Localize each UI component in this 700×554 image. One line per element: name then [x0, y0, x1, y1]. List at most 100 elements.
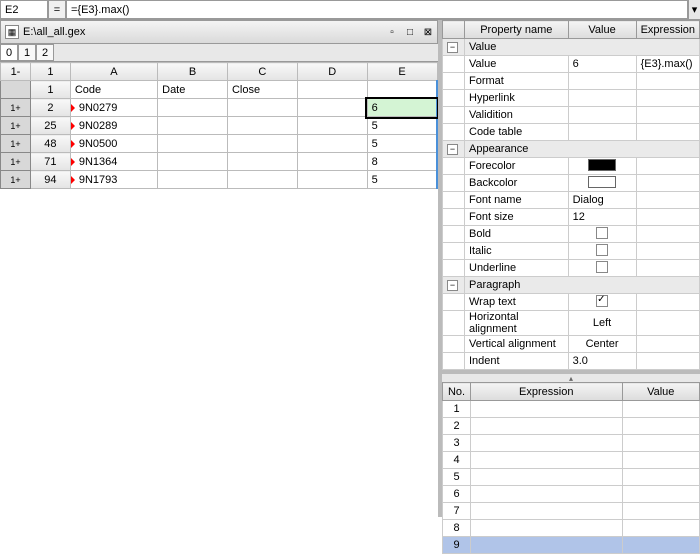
sheet-tab-1[interactable]: 1 — [18, 44, 36, 61]
italic-checkbox[interactable] — [568, 243, 636, 260]
row-number[interactable]: 48 — [30, 135, 70, 153]
cell[interactable]: 5 — [367, 171, 437, 189]
cell[interactable]: 9N1364 — [70, 153, 157, 171]
watch-row-no[interactable]: 2 — [443, 418, 471, 435]
section-value[interactable]: Value — [465, 39, 700, 56]
cell-A1[interactable]: Code — [70, 81, 157, 99]
cell[interactable] — [158, 153, 228, 171]
group-expand[interactable]: 1+ — [1, 171, 31, 189]
minimize-icon[interactable]: ▫ — [385, 25, 399, 39]
watch-row-no[interactable]: 8 — [443, 520, 471, 537]
cell[interactable]: 8 — [367, 153, 437, 171]
col-header-B[interactable]: B — [158, 63, 228, 81]
prop-header-name[interactable]: Property name — [465, 21, 569, 39]
cell[interactable] — [227, 117, 297, 135]
cell[interactable]: 9N0289 — [70, 117, 157, 135]
cell[interactable] — [158, 171, 228, 189]
watch-row-no[interactable]: 4 — [443, 452, 471, 469]
prop-value[interactable]: Dialog — [568, 192, 636, 209]
watch-header-no[interactable]: No. — [443, 383, 471, 401]
row-number[interactable]: 1 — [30, 81, 70, 99]
cell[interactable]: 9N0279 — [70, 99, 157, 117]
property-table[interactable]: Property name Value Expression −Value Va… — [442, 20, 700, 370]
maximize-icon[interactable]: □ — [403, 25, 417, 39]
cell-E1[interactable] — [367, 81, 437, 99]
cell-C1[interactable]: Close — [227, 81, 297, 99]
group-expand[interactable]: 1+ — [1, 135, 31, 153]
section-paragraph[interactable]: Paragraph — [465, 277, 700, 294]
forecolor-swatch[interactable] — [568, 158, 636, 175]
col-header-C[interactable]: C — [227, 63, 297, 81]
prop-value[interactable]: 3.0 — [568, 353, 636, 370]
cell[interactable]: 5 — [367, 135, 437, 153]
cell[interactable] — [297, 153, 367, 171]
cell[interactable] — [297, 135, 367, 153]
prop-header-value[interactable]: Value — [568, 21, 636, 39]
row-number[interactable]: 71 — [30, 153, 70, 171]
cell[interactable] — [227, 135, 297, 153]
section-appearance[interactable]: Appearance — [465, 141, 700, 158]
cell[interactable] — [158, 135, 228, 153]
cell-selected[interactable]: 6 — [367, 99, 437, 117]
sheet-tab-0[interactable]: 0 — [0, 44, 18, 61]
prop-label: Italic — [465, 243, 569, 260]
prop-value[interactable]: 6 — [568, 56, 636, 73]
prop-value[interactable]: 12 — [568, 209, 636, 226]
cell-reference-box[interactable]: E2 — [0, 0, 48, 19]
cell[interactable] — [158, 99, 228, 117]
cell[interactable]: 9N1793 — [70, 171, 157, 189]
cell[interactable]: 5 — [367, 117, 437, 135]
watch-row-no[interactable]: 1 — [443, 401, 471, 418]
sheet-tab-2[interactable]: 2 — [36, 44, 54, 61]
cell[interactable] — [297, 117, 367, 135]
cell-D1[interactable] — [297, 81, 367, 99]
row-number[interactable]: 25 — [30, 117, 70, 135]
bold-checkbox[interactable] — [568, 226, 636, 243]
group-expand[interactable]: 1+ — [1, 117, 31, 135]
prop-label: Vertical alignment — [465, 336, 569, 353]
group-expand[interactable]: 1+ — [1, 153, 31, 171]
col-header-rownum[interactable]: 1 — [30, 63, 70, 81]
cell[interactable] — [297, 99, 367, 117]
prop-value[interactable]: Left — [568, 311, 636, 336]
col-header-A[interactable]: A — [70, 63, 157, 81]
splitter-handle[interactable]: ▴ — [442, 374, 700, 382]
watch-row-no[interactable]: 6 — [443, 486, 471, 503]
grid-corner[interactable]: 1- — [1, 63, 31, 81]
prop-label: Font name — [465, 192, 569, 209]
watch-table[interactable]: No. Expression Value 1 2 3 4 5 6 7 8 9 — [442, 382, 700, 554]
collapse-icon[interactable]: − — [447, 280, 458, 291]
cell[interactable] — [158, 117, 228, 135]
row-number[interactable]: 2 — [30, 99, 70, 117]
watch-header-expr[interactable]: Expression — [471, 383, 623, 401]
cell[interactable] — [227, 99, 297, 117]
prop-label: Bold — [465, 226, 569, 243]
watch-row-no[interactable]: 3 — [443, 435, 471, 452]
formula-dropdown-icon[interactable]: ▾ — [688, 0, 700, 19]
group-toggle[interactable] — [1, 81, 31, 99]
spreadsheet-grid[interactable]: 1- 1 A B C D E 1 Code Date Close — [0, 62, 438, 189]
cell[interactable] — [227, 153, 297, 171]
group-expand[interactable]: 1+ — [1, 99, 31, 117]
formula-input[interactable]: ={E3}.max() — [66, 0, 688, 19]
equals-button[interactable]: = — [48, 0, 66, 19]
backcolor-swatch[interactable] — [568, 175, 636, 192]
collapse-icon[interactable]: − — [447, 144, 458, 155]
col-header-D[interactable]: D — [297, 63, 367, 81]
cell[interactable] — [297, 171, 367, 189]
prop-header-expr[interactable]: Expression — [636, 21, 699, 39]
row-number[interactable]: 94 — [30, 171, 70, 189]
wraptext-checkbox[interactable] — [568, 294, 636, 311]
underline-checkbox[interactable] — [568, 260, 636, 277]
cell[interactable]: 9N0500 — [70, 135, 157, 153]
cell-B1[interactable]: Date — [158, 81, 228, 99]
watch-row-no[interactable]: 9 — [443, 537, 471, 554]
prop-value[interactable]: Center — [568, 336, 636, 353]
watch-header-val[interactable]: Value — [622, 383, 699, 401]
cell[interactable] — [227, 171, 297, 189]
watch-row-no[interactable]: 5 — [443, 469, 471, 486]
collapse-icon[interactable]: − — [447, 42, 458, 53]
close-icon[interactable]: ⊠ — [421, 25, 435, 39]
prop-expr[interactable]: {E3}.max() — [636, 56, 699, 73]
col-header-E[interactable]: E — [367, 63, 437, 81]
